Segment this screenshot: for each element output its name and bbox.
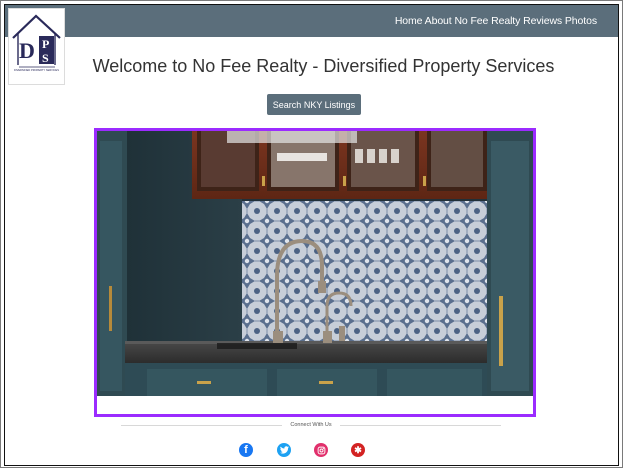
twitter-icon[interactable]: [277, 443, 291, 457]
nav-no-fee-realty[interactable]: No Fee Realty: [454, 15, 520, 27]
twitter-bird-icon: [279, 446, 289, 454]
hero-image-frame: [94, 128, 536, 417]
facebook-icon[interactable]: f: [239, 443, 253, 457]
instagram-icon[interactable]: [314, 443, 328, 457]
nav-home[interactable]: Home: [395, 15, 423, 27]
page-title: Welcome to No Fee Realty - Diversified P…: [92, 56, 555, 76]
yelp-glyph: ✱: [354, 444, 362, 455]
kitchen-hero-image: [97, 131, 533, 396]
nav-about[interactable]: About: [425, 15, 452, 27]
divider-left: [121, 424, 283, 426]
page: Home About No Fee Realty Reviews Photos …: [4, 4, 619, 466]
connect-with-us: Connect With Us: [121, 419, 502, 431]
nav-photos[interactable]: Photos: [565, 15, 597, 27]
connect-label: Connect With Us: [290, 422, 332, 428]
divider-right: [339, 424, 502, 426]
search-listings-button[interactable]: Search NKY Listings: [267, 94, 361, 115]
nav-reviews[interactable]: Reviews: [523, 15, 562, 27]
top-navigation-bar: Home About No Fee Realty Reviews Photos: [5, 5, 618, 37]
svg-text:P: P: [42, 37, 49, 51]
facebook-glyph: f: [244, 444, 248, 456]
main-nav: Home About No Fee Realty Reviews Photos: [395, 15, 597, 27]
yelp-icon[interactable]: ✱: [351, 443, 365, 457]
instagram-camera-icon: [317, 446, 325, 454]
